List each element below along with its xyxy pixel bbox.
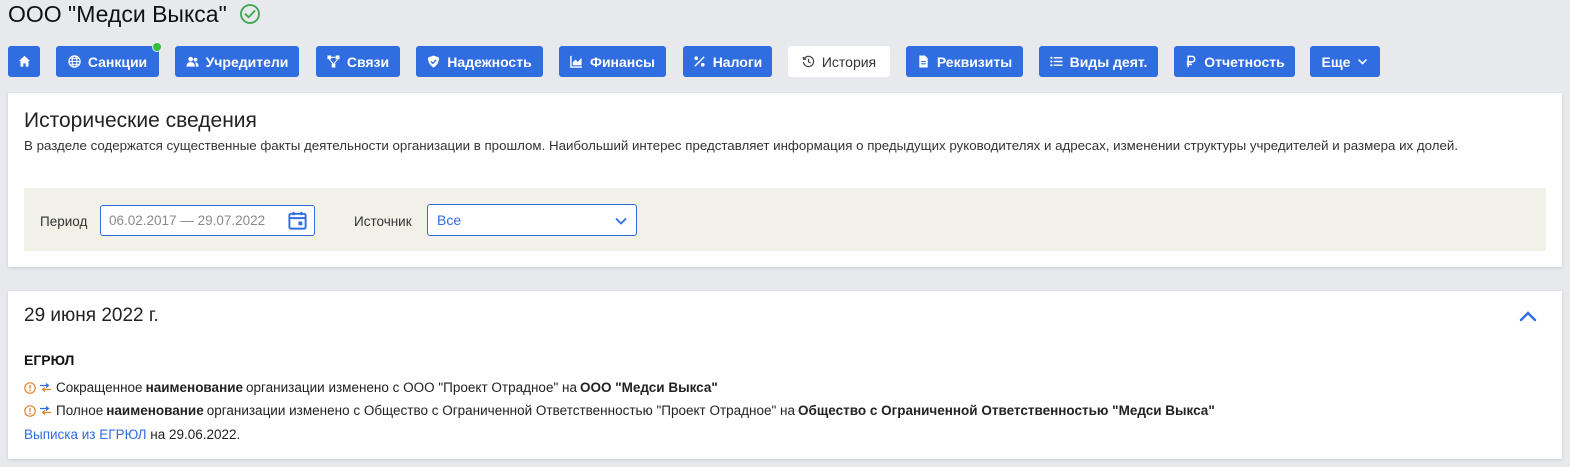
- section-title: Исторические сведения: [24, 109, 257, 132]
- network-icon: [327, 55, 340, 68]
- warning-icon: [24, 381, 36, 394]
- source-selected-value: Все: [437, 212, 462, 228]
- tab-label: Надежность: [447, 53, 532, 70]
- egrul-extract-link[interactable]: Выписка из ЕГРЮЛ: [24, 427, 146, 442]
- tab-label: История: [821, 53, 877, 70]
- filter-panel: Период 06.02.2017 — 29.07.2022 Источник …: [24, 188, 1546, 251]
- source-select[interactable]: Все: [427, 204, 637, 236]
- tab-activities[interactable]: Виды деят.: [1039, 46, 1158, 77]
- tab-label: Финансы: [590, 53, 655, 70]
- section-description: В разделе содержатся существенные факты …: [24, 138, 1459, 153]
- document-icon: [919, 55, 928, 68]
- change-prefix: Полное: [56, 403, 104, 418]
- chart-area-icon: [570, 55, 583, 68]
- tab-history[interactable]: История: [788, 46, 890, 77]
- change-new-value: Общество с Ограниченной Ответственностью…: [798, 403, 1215, 418]
- tab-label: Виды деят.: [1069, 53, 1148, 70]
- calendar-icon[interactable]: [287, 210, 308, 231]
- ruble-icon: [1187, 55, 1196, 68]
- tab-label: Отчетность: [1204, 53, 1285, 70]
- event-source: ЕГРЮЛ: [24, 352, 75, 368]
- change-new-value: ООО "Медси Выкса": [579, 380, 718, 395]
- tab-finances[interactable]: Финансы: [559, 46, 666, 77]
- event-date: 29 июня 2022 г.: [24, 305, 159, 326]
- change-description: организации изменено с Общество с Ограни…: [206, 403, 796, 418]
- tab-label: Реквизиты: [936, 53, 1013, 70]
- change-field: наименование: [145, 380, 244, 395]
- tab-founders[interactable]: Учредители: [175, 46, 299, 77]
- users-icon: [186, 56, 199, 67]
- change-entry: Сокращенное наименование организации изм…: [24, 380, 718, 395]
- warning-icon: [24, 404, 36, 417]
- period-date-range-input[interactable]: 06.02.2017 — 29.07.2022: [100, 205, 315, 236]
- change-description: организации изменено с ООО "Проект Отрад…: [246, 380, 577, 395]
- globe-icon: [68, 55, 81, 68]
- tab-label: Еще: [1321, 53, 1351, 70]
- chevron-up-icon[interactable]: [1518, 308, 1538, 324]
- source-label: Источник: [354, 214, 412, 229]
- period-value: 06.02.2017 — 29.07.2022: [109, 213, 266, 228]
- extract-date: на 29.06.2022.: [150, 427, 241, 442]
- tab-label: Налоги: [712, 53, 763, 70]
- percent-icon: [694, 56, 705, 67]
- history-event-card: 29 июня 2022 г. ЕГРЮЛ Сокращенное наимен…: [8, 291, 1562, 459]
- tab-taxes[interactable]: Налоги: [683, 46, 772, 77]
- change-field: наименование: [106, 403, 204, 418]
- tab-label: Связи: [346, 53, 390, 70]
- tab-reliability[interactable]: Надежность: [416, 46, 543, 77]
- status-indicator-dot: [152, 42, 162, 52]
- tab-label: Санкции: [87, 53, 148, 70]
- period-label: Период: [40, 214, 88, 229]
- tab-more-dropdown[interactable]: Еще: [1310, 46, 1380, 77]
- tab-reports[interactable]: Отчетность: [1174, 46, 1295, 77]
- list-icon: [1049, 56, 1063, 67]
- tab-home[interactable]: [8, 46, 40, 77]
- tab-requisites[interactable]: Реквизиты: [906, 46, 1023, 77]
- extract-line: Выписка из ЕГРЮЛ на 29.06.2022.: [24, 427, 240, 442]
- tab-label: Учредители: [205, 53, 289, 70]
- change-prefix: Сокращенное: [56, 380, 143, 395]
- tab-sanctions[interactable]: Санкции: [56, 42, 162, 77]
- tab-connections[interactable]: Связи: [316, 46, 400, 77]
- change-entry: Полное наименование организации изменено…: [24, 403, 1215, 418]
- change-arrows-icon: [40, 383, 51, 392]
- chevron-down-icon: [1358, 58, 1368, 65]
- shield-check-icon: [428, 55, 440, 68]
- chevron-down-icon: [615, 217, 627, 225]
- change-arrows-icon: [40, 406, 51, 415]
- home-icon: [18, 55, 30, 67]
- company-name: ООО "Медси Выкса": [8, 0, 227, 27]
- company-header: ООО "Медси Выкса": [8, 0, 261, 28]
- history-card: Исторические сведения В разделе содержат…: [8, 93, 1562, 267]
- history-icon: [802, 55, 814, 68]
- verified-check-icon: [239, 4, 260, 24]
